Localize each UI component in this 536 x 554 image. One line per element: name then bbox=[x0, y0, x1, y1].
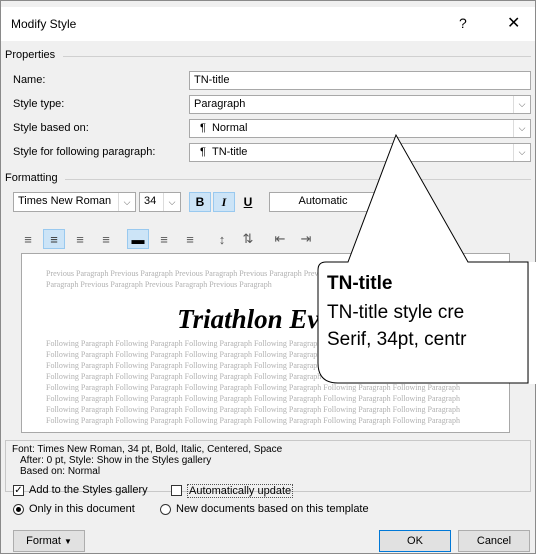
callout-line: Serif, 34pt, centr bbox=[327, 329, 467, 350]
callout-body: TN-title style cre Serif, 34pt, centr bbox=[327, 299, 466, 353]
callout-line: TN-title style cre bbox=[327, 302, 465, 323]
callout-title: TN-title bbox=[327, 273, 393, 294]
callout-balloon bbox=[317, 133, 536, 384]
